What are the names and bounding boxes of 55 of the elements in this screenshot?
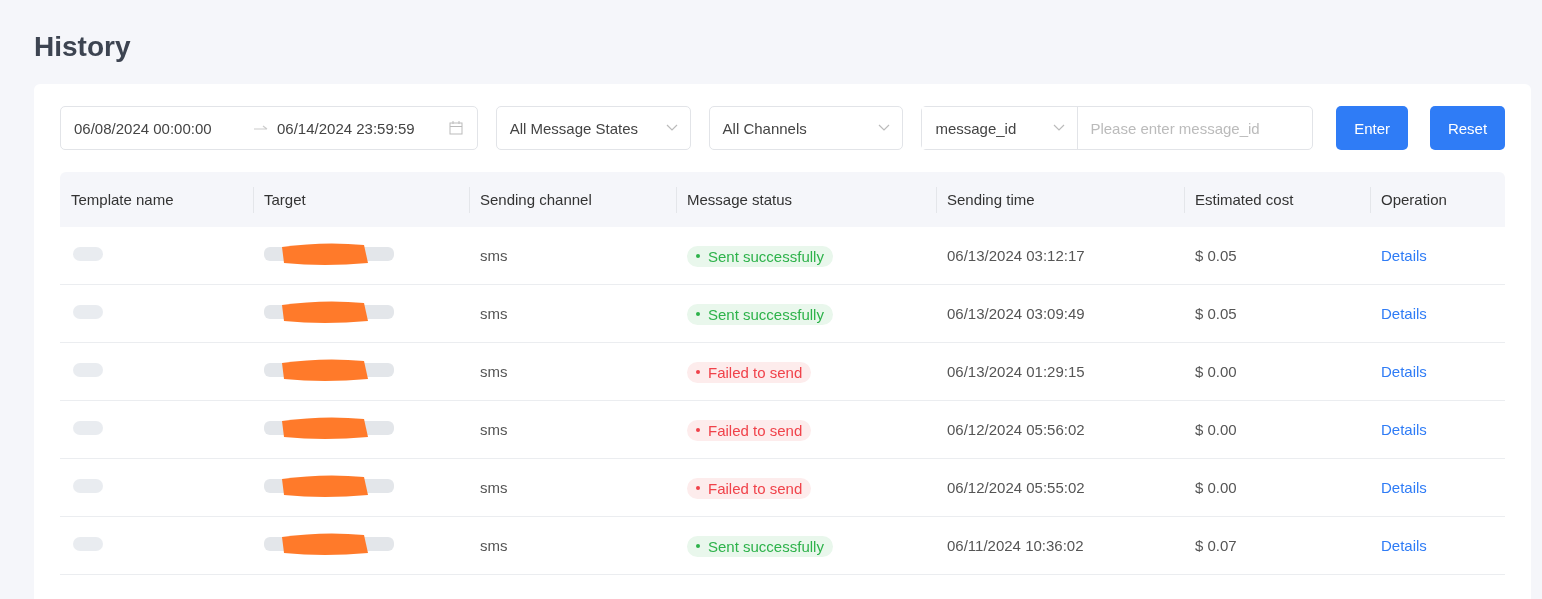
- table-cell: sms: [469, 400, 676, 459]
- table-cell: $ 0.05: [1184, 227, 1370, 285]
- details-link[interactable]: Details: [1381, 247, 1427, 264]
- table-cell: 06/13/2024 03:09:49: [936, 284, 1184, 343]
- field-value: 06/14/2024 23:59:59: [277, 119, 416, 137]
- table-cell: $ 0.05: [1184, 284, 1370, 343]
- table-cell: $ 0.00: [1184, 400, 1370, 459]
- state-select[interactable]: All Message States: [495, 106, 691, 150]
- arrow-right-icon: [254, 125, 268, 131]
- column-header: Operation: [1370, 172, 1505, 227]
- enter-button[interactable]: Enter: [1336, 106, 1409, 150]
- table-cell: sms: [469, 284, 676, 343]
- status-badge: Failed to send: [687, 361, 812, 383]
- column-header: Estimated cost: [1184, 172, 1370, 227]
- field-value: message_id: [935, 119, 1017, 137]
- page-title: History: [34, 30, 132, 64]
- status-badge: Sent successfully: [687, 535, 833, 557]
- table-cell: sms: [469, 458, 676, 517]
- chevron-down-icon: [665, 124, 678, 132]
- table-cell: 06/12/2024 05:56:02: [936, 400, 1184, 459]
- table-cell: $ 0.07: [1184, 516, 1370, 575]
- details-link[interactable]: Details: [1381, 305, 1427, 322]
- details-link[interactable]: Details: [1381, 537, 1427, 554]
- table-cell: $ 0.00: [1184, 342, 1370, 401]
- details-link[interactable]: Details: [1381, 479, 1427, 496]
- calendar-icon: [448, 121, 463, 135]
- field-value: All Channels: [722, 119, 807, 137]
- column-header: Message status: [676, 172, 936, 227]
- details-link[interactable]: Details: [1381, 421, 1427, 438]
- column-header: Target: [253, 172, 469, 227]
- details-link[interactable]: Details: [1381, 363, 1427, 380]
- date-range-field[interactable]: 06/08/2024 00:00:00 06/14/2024 23:59:59: [60, 106, 478, 150]
- table-cell: $ 0.00: [1184, 458, 1370, 517]
- status-badge: Failed to send: [687, 419, 812, 441]
- column-header: Sending time: [936, 172, 1184, 227]
- status-badge: Sent successfully: [687, 245, 833, 267]
- field-value: 06/08/2024 00:00:00: [74, 119, 213, 137]
- table-cell: 06/13/2024 03:12:17: [936, 227, 1184, 285]
- column-header: Sending channel: [469, 172, 676, 227]
- field-select[interactable]: message_id: [922, 107, 1079, 149]
- table-cell: sms: [469, 227, 676, 285]
- search-field[interactable]: Please enter message_id: [1078, 119, 1313, 137]
- table-cell: 06/13/2024 01:29:15: [936, 342, 1184, 401]
- table-cell: 06/11/2024 10:36:02: [936, 516, 1184, 575]
- chevron-down-icon: [1053, 124, 1066, 132]
- table-cell: sms: [469, 516, 676, 575]
- status-badge: Failed to send: [687, 477, 812, 499]
- status-badge: Sent successfully: [687, 303, 833, 325]
- table-cell: 06/12/2024 05:55:02: [936, 458, 1184, 517]
- chevron-down-icon: [878, 124, 891, 132]
- channel-select[interactable]: All Channels: [708, 106, 904, 150]
- field-value: All Message States: [509, 119, 639, 137]
- reset-button[interactable]: Reset: [1430, 106, 1505, 150]
- table-cell: sms: [469, 342, 676, 401]
- column-header: Template name: [60, 172, 253, 227]
